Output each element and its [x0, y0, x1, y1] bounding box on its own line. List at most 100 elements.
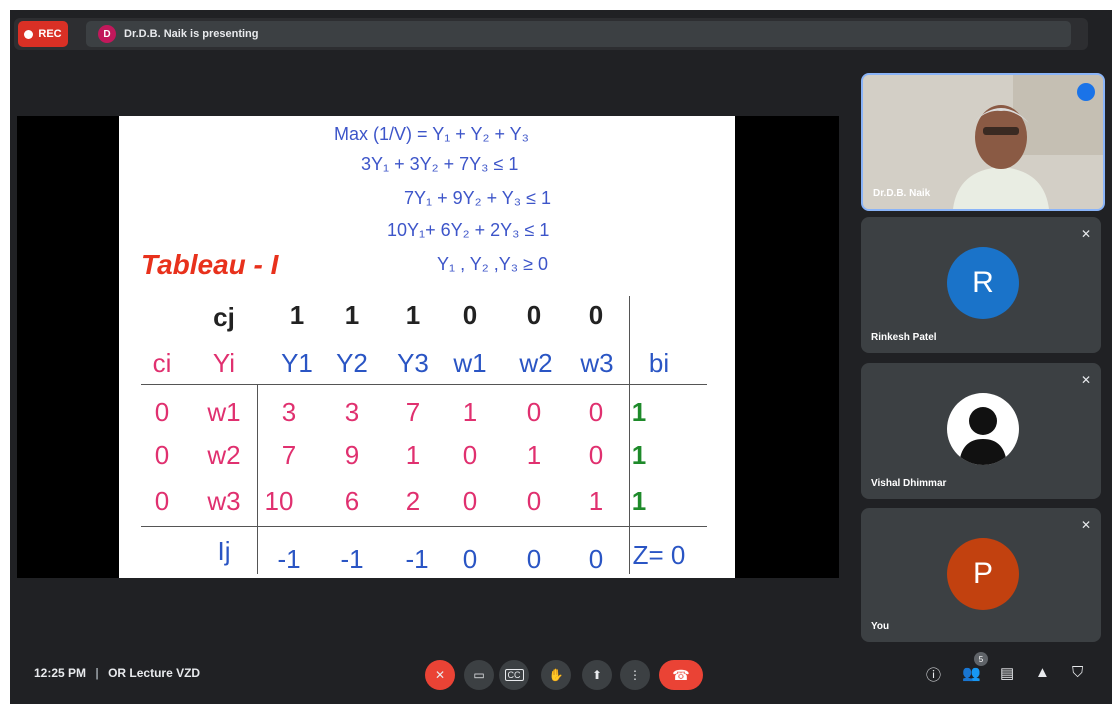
ij-value: -1 [277, 544, 301, 574]
ij-label: Ij [217, 536, 231, 566]
camera-icon: ▭ [473, 668, 485, 682]
activities-icon: ▲ [1035, 664, 1050, 681]
row-value: 9 [344, 440, 360, 470]
leave-call-button[interactable]: ☎ [659, 660, 703, 690]
constraint-3: 10Y₁+ 6Y₂ + 2Y₃ ≤ 1 [387, 220, 550, 240]
mic-off-icon: ✕ [1080, 227, 1091, 241]
present-button[interactable]: ⬆ [582, 660, 612, 690]
row-value: 0 [526, 397, 542, 427]
people-button[interactable]: 👥 5 [962, 652, 988, 682]
avatar: R [947, 247, 1019, 319]
presentation-stage: Max (1/V) = Y₁ + Y₂ + Y₃ 3Y₁ + 3Y₂ + 7Y₃… [17, 116, 839, 578]
row-basis: w2 [207, 440, 241, 470]
row-value: 1 [588, 486, 604, 516]
row-value: 6 [344, 486, 360, 516]
ij-value: 0 [462, 544, 478, 574]
recording-indicator: REC [18, 21, 68, 47]
meeting-info: 12:25 PM | OR Lecture VZD [34, 666, 200, 680]
column-header: Y1 [281, 348, 313, 378]
mic-off-icon: ✕ [1080, 373, 1091, 387]
raise-hand-button[interactable]: ✋ [541, 660, 571, 690]
row-value: 10 [264, 486, 294, 516]
ij-value: 0 [526, 544, 542, 574]
row-value: 7 [405, 397, 421, 427]
row-value: 0 [588, 397, 604, 427]
hand-icon: ✋ [548, 668, 564, 682]
column-header: Y2 [336, 348, 368, 378]
column-header: Y3 [397, 348, 429, 378]
captions-button[interactable]: CC [499, 660, 529, 690]
participant-name: Dr.D.B. Naik [873, 188, 931, 199]
objective-equation: Max (1/V) = Y₁ + Y₂ + Y₃ [334, 124, 529, 144]
activities-button[interactable]: ▲ [1035, 664, 1050, 681]
cj-value: 0 [462, 300, 478, 330]
ij-value: -1 [340, 544, 364, 574]
row-ci: 0 [154, 486, 170, 516]
camera-toggle-button[interactable]: ▭ [464, 660, 494, 690]
presenting-banner: D Dr.D.B. Naik is presenting [86, 21, 1071, 47]
more-vert-icon: ⋮ [629, 668, 641, 682]
speaking-indicator-icon [1077, 83, 1095, 101]
bottom-bar: 12:25 PM | OR Lecture VZD ✕ ▭ CC ✋ ⬆ ⋮ ☎… [10, 646, 1112, 704]
mic-off-icon: ✕ [1080, 518, 1091, 532]
column-divider [629, 296, 630, 574]
info-icon: ⓘ [926, 667, 942, 684]
default-person-icon [959, 407, 1007, 465]
row-value: 7 [281, 440, 297, 470]
participant-tile-presenter[interactable]: Dr.D.B. Naik [861, 73, 1105, 211]
cj-value: 1 [344, 300, 360, 330]
shield-icon: ⛉ [1072, 664, 1084, 681]
chat-icon: ▤ [1000, 665, 1015, 682]
mic-off-icon: ✕ [434, 668, 446, 682]
participant-tile[interactable]: ✕ P You [861, 508, 1101, 642]
row-b: 1 [631, 397, 647, 427]
participant-tile[interactable]: ✕ Vishal Dhimmar [861, 363, 1101, 499]
header-divider [141, 384, 707, 385]
rec-label: REC [38, 28, 62, 40]
row-basis: w3 [207, 486, 241, 516]
participant-tile[interactable]: ✕ R Rinkesh Patel [861, 217, 1101, 353]
row-b: 1 [631, 440, 647, 470]
ij-value: -1 [405, 544, 429, 574]
row-value: 0 [526, 486, 542, 516]
column-divider [257, 384, 258, 574]
bi-header: bi [648, 348, 670, 378]
constraint-1: 3Y₁ + 3Y₂ + 7Y₃ ≤ 1 [361, 154, 519, 174]
participant-name: Vishal Dhimmar [871, 478, 947, 489]
row-basis: w1 [207, 397, 241, 427]
presenter-text: Dr.D.B. Naik is presenting [124, 28, 259, 40]
people-count-badge: 5 [974, 652, 988, 666]
top-bar: REC D Dr.D.B. Naik is presenting [14, 18, 1088, 50]
meeting-details-button[interactable]: ⓘ [926, 664, 941, 685]
row-b: 1 [631, 486, 647, 516]
chat-button[interactable]: ▤ [1000, 664, 1014, 682]
separator: | [95, 666, 99, 680]
phone-hangup-icon: ☎ [672, 666, 690, 683]
people-icon: 👥 [962, 665, 981, 682]
row-value: 3 [281, 397, 297, 427]
participant-name: You [871, 621, 890, 632]
row-value: 0 [588, 440, 604, 470]
row-value: 1 [405, 440, 421, 470]
cj-value: 1 [289, 300, 305, 330]
ci-header: ci [152, 348, 172, 378]
cj-value: 0 [588, 300, 604, 330]
avatar [947, 393, 1019, 465]
column-header: w3 [580, 348, 614, 378]
row-value: 0 [462, 440, 478, 470]
column-header: w1 [453, 348, 487, 378]
captions-icon: CC [504, 669, 524, 681]
presenter-avatar: D [98, 25, 116, 43]
mic-toggle-button[interactable]: ✕ [425, 660, 455, 690]
row-value: 3 [344, 397, 360, 427]
ij-value: 0 [588, 544, 604, 574]
more-options-button[interactable]: ⋮ [620, 660, 650, 690]
participant-name: Rinkesh Patel [871, 332, 937, 343]
clock-time: 12:25 PM [34, 666, 87, 680]
constraint-2: 7Y₁ + 9Y₂ + Y₃ ≤ 1 [404, 188, 552, 208]
row-value: 0 [462, 486, 478, 516]
row-ci: 0 [154, 440, 170, 470]
avatar: P [947, 538, 1019, 610]
host-controls-button[interactable]: ⛉ [1072, 664, 1083, 681]
present-screen-icon: ⬆ [591, 668, 603, 682]
